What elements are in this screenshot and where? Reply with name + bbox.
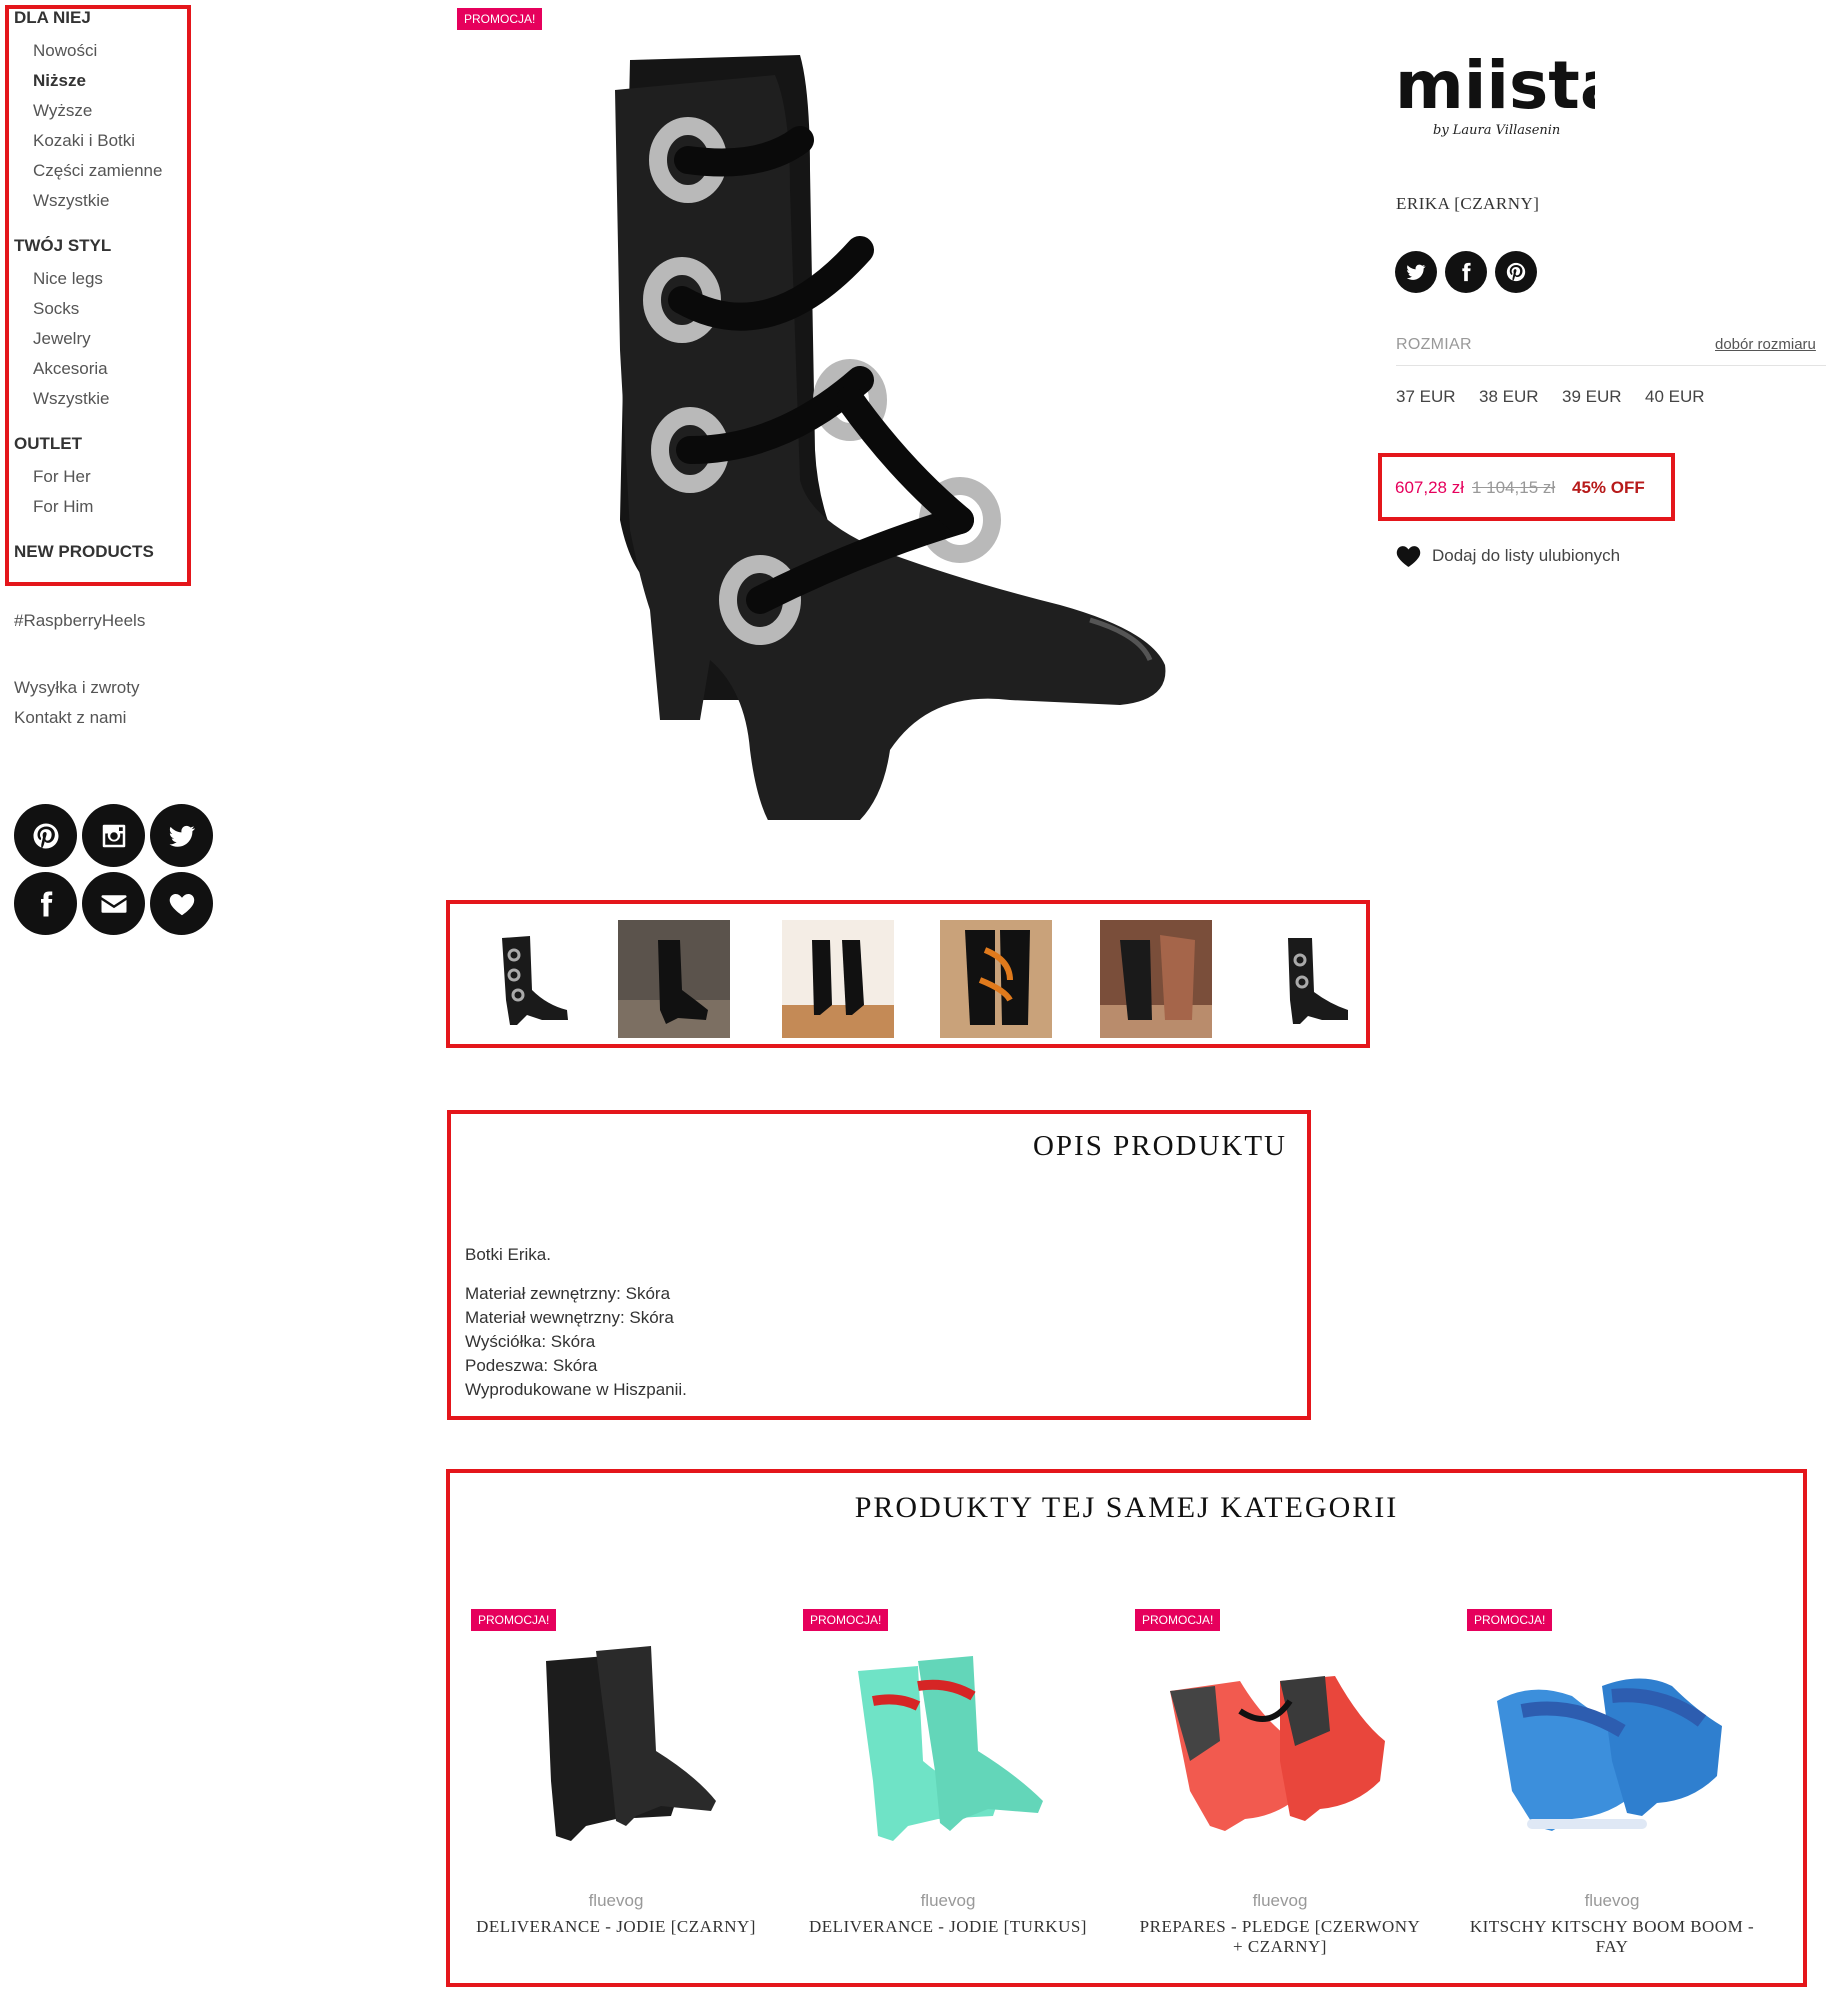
shipping-returns-link[interactable]: Wysyłka i zwroty [14,678,139,698]
add-to-wishlist[interactable]: Dodaj do listy ulubionych [1395,544,1620,568]
description-line: Podeszwa: Skóra [465,1356,598,1375]
original-price: 1 104,15 zł [1472,478,1556,497]
description-details: Materiał zewnętrzny: Skóra Materiał wewn… [465,1282,687,1402]
thumbnail-strip [446,900,1370,1048]
contact-link[interactable]: Kontakt z nami [14,708,126,728]
size-option-38[interactable]: 38 EUR [1479,387,1539,407]
description-line: Materiał wewnętrzny: Skóra [465,1308,674,1327]
size-option-40[interactable]: 40 EUR [1645,387,1705,407]
related-product-card[interactable]: PROMOCJA! fluevog DELIVERANCE - JODIE [T… [788,1595,1108,1975]
heart-icon[interactable] [150,872,213,935]
category-menu: DLA NIEJ Nowości Niższe Wyższe Kozaki i … [14,6,194,570]
menu-item-for-her[interactable]: For Her [14,462,194,492]
menu-item-nowosci[interactable]: Nowości [14,36,194,66]
product-main-image[interactable] [560,50,1280,820]
thumbnail-5[interactable] [1100,920,1212,1038]
thumbnail-1[interactable] [472,920,584,1038]
facebook-icon[interactable] [1445,251,1487,293]
related-product-image[interactable] [798,1641,1098,1851]
related-name[interactable]: KITSCHY KITSCHY BOOM BOOM - FAY [1452,1917,1772,1957]
menu-heading-twoj-styl[interactable]: TWÓJ STYL [14,234,194,264]
related-product-image[interactable] [466,1641,766,1851]
related-products: PRODUKTY TEJ SAMEJ KATEGORII PROMOCJA! f… [446,1469,1807,1987]
twitter-icon[interactable] [150,804,213,867]
envelope-icon[interactable] [82,872,145,935]
menu-item-wszystkie[interactable]: Wszystkie [14,186,194,216]
related-product-card[interactable]: PROMOCJA! fluevog KITSCHY KITSCHY BOOM B… [1452,1595,1772,1975]
related-title: PRODUKTY TEJ SAMEJ KATEGORII [854,1491,1399,1524]
related-product-image[interactable] [1130,1641,1430,1851]
related-name[interactable]: PREPARES - PLEDGE [CZERWONY + CZARNY] [1120,1917,1440,1957]
menu-item-wyzsze[interactable]: Wyższe [14,96,194,126]
menu-item-akcesoria[interactable]: Akcesoria [14,354,194,384]
related-brand: fluevog [920,1891,976,1910]
discount-label: 45% OFF [1572,478,1645,497]
facebook-icon[interactable] [14,872,77,935]
related-product-card[interactable]: PROMOCJA! fluevog DELIVERANCE - JODIE [C… [456,1595,776,1975]
related-name[interactable]: DELIVERANCE - JODIE [CZARNY] [456,1917,776,1937]
size-option-39[interactable]: 39 EUR [1562,387,1622,407]
description-lead: Botki Erika. [465,1245,551,1264]
related-brand: fluevog [1252,1891,1308,1910]
menu-item-socks[interactable]: Socks [14,294,194,324]
brand-logo-tagline: by Laura Villasenin [1433,123,1560,138]
thumbnail-6[interactable] [1250,920,1362,1038]
related-name[interactable]: DELIVERANCE - JODIE [TURKUS] [788,1917,1108,1937]
promo-badge: PROMOCJA! [1135,1609,1221,1631]
menu-item-nizsze[interactable]: Niższe [14,66,194,96]
menu-item-for-him[interactable]: For Him [14,492,194,522]
current-price: 607,28 zł [1395,478,1464,497]
size-guide-link[interactable]: dobór rozmiaru [1715,336,1816,353]
pinterest-icon[interactable] [1495,251,1537,293]
promo-badge: PROMOCJA! [1467,1609,1553,1631]
description-line: Wyściółka: Skóra [465,1332,596,1351]
related-brand: fluevog [1584,1891,1640,1910]
thumbnail-3[interactable] [782,920,894,1038]
menu-item-kozaki-i-botki[interactable]: Kozaki i Botki [14,126,194,156]
hashtag-link[interactable]: #RaspberryHeels [14,611,145,631]
thumbnail-2[interactable] [618,920,730,1038]
size-option-37[interactable]: 37 EUR [1396,387,1456,407]
twitter-icon[interactable] [1395,251,1437,293]
description-line: Wyprodukowane w Hiszpanii. [465,1380,687,1399]
product-name: ERIKA [CZARNY] [1396,194,1540,213]
promo-badge: PROMOCJA! [457,8,543,30]
menu-item-czesci-zamienne[interactable]: Części zamienne [14,156,194,186]
product-description: OPIS PRODUKTU Botki Erika. Materiał zewn… [447,1110,1311,1420]
related-product-image[interactable] [1462,1641,1762,1851]
brand-logo-name: miista [1395,47,1595,124]
description-line: Materiał zewnętrzny: Skóra [465,1284,671,1303]
wishlist-label: Dodaj do listy ulubionych [1432,546,1621,565]
heart-icon [1396,546,1421,567]
menu-heading-outlet[interactable]: OUTLET [14,432,194,462]
description-title: OPIS PRODUKTU [1032,1130,1287,1162]
menu-item-wszystkie-styl[interactable]: Wszystkie [14,384,194,414]
promo-badge: PROMOCJA! [471,1609,557,1631]
size-label: ROZMIAR [1396,336,1472,353]
related-product-card[interactable]: PROMOCJA! fluevog PREPARES - PLEDGE [CZE… [1120,1595,1440,1975]
pinterest-icon[interactable] [14,804,77,867]
instagram-icon[interactable] [82,804,145,867]
brand-logo[interactable]: miista by Laura Villasenin [1395,46,1595,146]
menu-heading-dla-niej[interactable]: DLA NIEJ [14,6,194,36]
menu-item-jewelry[interactable]: Jewelry [14,324,194,354]
menu-item-nice-legs[interactable]: Nice legs [14,264,194,294]
menu-heading-new-products[interactable]: NEW PRODUCTS [14,540,194,570]
promo-badge: PROMOCJA! [803,1609,889,1631]
divider [1396,365,1826,366]
thumbnail-4[interactable] [940,920,1052,1038]
related-brand: fluevog [588,1891,644,1910]
